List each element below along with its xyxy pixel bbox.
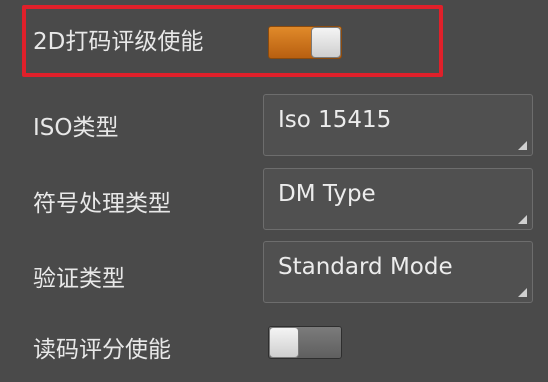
read-grading-label: 读码评分使能 bbox=[33, 337, 171, 363]
read-grading-toggle[interactable] bbox=[268, 326, 342, 359]
iso-type-select[interactable]: Iso 15415 bbox=[263, 94, 533, 156]
setting-row-iso-type: ISO类型 Iso 15415 bbox=[0, 91, 548, 163]
iso-type-value: Iso 15415 bbox=[278, 107, 392, 133]
dropdown-corner-icon bbox=[518, 141, 527, 150]
verify-type-select[interactable]: Standard Mode bbox=[263, 241, 533, 303]
symbol-type-label: 符号处理类型 bbox=[33, 191, 171, 217]
setting-row-verify-type: 验证类型 Standard Mode bbox=[0, 238, 548, 310]
dpm-grading-label: 2D打码评级使能 bbox=[33, 29, 204, 55]
dropdown-corner-icon bbox=[518, 215, 527, 224]
iso-type-label: ISO类型 bbox=[33, 115, 119, 141]
verify-type-value: Standard Mode bbox=[278, 254, 453, 280]
dpm-grading-toggle[interactable] bbox=[268, 26, 342, 59]
symbol-type-value: DM Type bbox=[278, 181, 376, 207]
setting-row-dpm-grading: 2D打码评级使能 bbox=[0, 5, 548, 77]
verify-type-label: 验证类型 bbox=[33, 266, 125, 292]
toggle-knob bbox=[311, 27, 341, 58]
toggle-knob bbox=[269, 327, 299, 358]
settings-panel: 2D打码评级使能 ISO类型 Iso 15415 符号处理类型 DM Type … bbox=[0, 0, 548, 371]
setting-row-symbol-type: 符号处理类型 DM Type bbox=[0, 165, 548, 237]
setting-row-read-grading: 读码评分使能 bbox=[0, 310, 548, 382]
symbol-type-select[interactable]: DM Type bbox=[263, 168, 533, 230]
dropdown-corner-icon bbox=[518, 288, 527, 297]
